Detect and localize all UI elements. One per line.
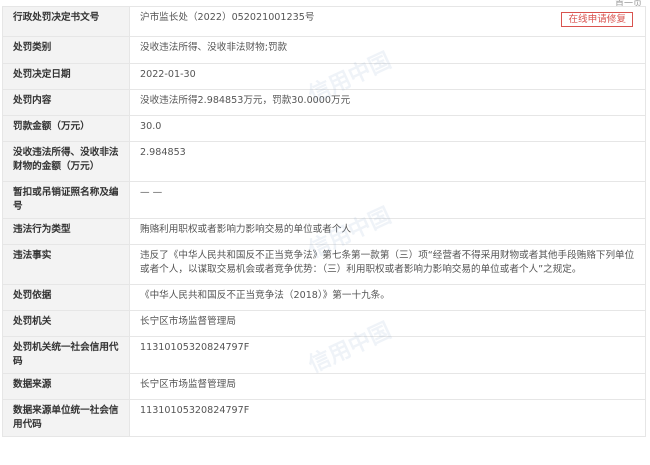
row-label: 违法行为类型 [2, 218, 130, 245]
table-row: 没收违法所得、没收非法财物的金额（万元） 2.984853 [2, 141, 646, 182]
row-value: 长宁区市场监督管理局 [129, 373, 646, 400]
row-value: 没收违法所得2.984853万元，罚款30.0000万元 [129, 89, 646, 116]
row-label: 处罚类别 [2, 36, 130, 64]
table-row: 数据来源 长宁区市场监督管理局 [2, 373, 646, 400]
row-label: 没收违法所得、没收非法财物的金额（万元） [2, 141, 130, 182]
row-value: 《中华人民共和国反不正当竞争法（2018）》第一十九条。 [129, 284, 646, 311]
penalty-info-table: 行政处罚决定书文号 沪市监长处（2022）052021001235号 在线申请修… [2, 6, 646, 437]
table-row: 处罚类别 没收违法所得、没收非法财物;罚款 [2, 36, 646, 64]
row-label: 处罚决定日期 [2, 63, 130, 90]
table-row: 违法行为类型 贿赂利用职权或者影响力影响交易的单位或者个人 [2, 218, 646, 245]
row-label: 处罚依据 [2, 284, 130, 311]
table-row: 行政处罚决定书文号 沪市监长处（2022）052021001235号 在线申请修… [2, 6, 646, 37]
row-value: 违反了《中华人民共和国反不正当竞争法》第七条第一款第（三）项“经营者不得采用财物… [129, 244, 646, 285]
row-value: 2022-01-30 [129, 63, 646, 90]
row-label: 处罚机关统一社会信用代码 [2, 336, 130, 374]
table-row: 处罚机关 长宁区市场监督管理局 [2, 310, 646, 337]
row-label: 数据来源 [2, 373, 130, 400]
table-row: 暂扣或吊销证照名称及编号 — — [2, 181, 646, 219]
table-row: 处罚机关统一社会信用代码 11310105320824797F [2, 336, 646, 374]
row-label: 处罚内容 [2, 89, 130, 116]
table-row: 违法事实 违反了《中华人民共和国反不正当竞争法》第七条第一款第（三）项“经营者不… [2, 244, 646, 285]
row-value: 30.0 [129, 115, 646, 142]
decision-number: 沪市监长处（2022）052021001235号 [140, 12, 315, 23]
row-value: 没收违法所得、没收非法财物;罚款 [129, 36, 646, 64]
table-row: 处罚决定日期 2022-01-30 [2, 63, 646, 90]
table-row: 处罚内容 没收违法所得2.984853万元，罚款30.0000万元 [2, 89, 646, 116]
table-row: 罚款金额（万元） 30.0 [2, 115, 646, 142]
row-value: 2.984853 [129, 141, 646, 182]
row-value: 11310105320824797F [129, 336, 646, 374]
row-label: 数据来源单位统一社会信用代码 [2, 399, 130, 437]
row-label: 罚款金额（万元） [2, 115, 130, 142]
row-label: 暂扣或吊销证照名称及编号 [2, 181, 130, 219]
row-value: — — [129, 181, 646, 219]
row-label: 行政处罚决定书文号 [2, 6, 130, 37]
row-label: 处罚机关 [2, 310, 130, 337]
row-value: 11310105320824797F [129, 399, 646, 437]
row-label: 违法事实 [2, 244, 130, 285]
row-value: 沪市监长处（2022）052021001235号 在线申请修复 [129, 6, 646, 37]
table-row: 处罚依据 《中华人民共和国反不正当竞争法（2018）》第一十九条。 [2, 284, 646, 311]
row-value: 长宁区市场监督管理局 [129, 310, 646, 337]
online-repair-button[interactable]: 在线申请修复 [561, 12, 633, 27]
row-value: 贿赂利用职权或者影响力影响交易的单位或者个人 [129, 218, 646, 245]
table-row: 数据来源单位统一社会信用代码 11310105320824797F [2, 399, 646, 437]
